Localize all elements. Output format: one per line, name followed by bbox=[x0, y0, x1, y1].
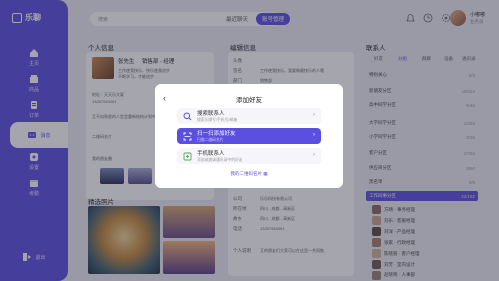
qr-link-label: 我的二维码名片 bbox=[230, 171, 262, 176]
my-qr-link[interactable]: 我的二维码名片 ▦ bbox=[155, 171, 343, 177]
option-desc: 扫描二维码名片 bbox=[197, 138, 224, 142]
chevron-right-icon: › bbox=[313, 152, 315, 158]
option-desc: 添加或邀请通讯录中的好友 bbox=[197, 158, 243, 162]
add-friend-dialog: ‹ 添加好友 搜索联系人 搜索乐聊号/手机号/邮箱 › 扫一扫添加好友 扫描二维… bbox=[155, 84, 343, 188]
dialog-title: 添加好友 bbox=[236, 97, 262, 104]
option-title: 扫一扫添加好友 bbox=[197, 131, 236, 137]
chevron-right-icon: › bbox=[313, 132, 315, 138]
phone-contacts-option[interactable]: 手机联系人 添加或邀请通讯录中的好友 › bbox=[177, 148, 321, 164]
option-title: 手机联系人 bbox=[197, 151, 225, 157]
chevron-right-icon: › bbox=[313, 112, 315, 118]
option-desc: 搜索乐聊号/手机号/邮箱 bbox=[197, 118, 238, 122]
phone-contacts-icon bbox=[182, 151, 192, 161]
qr-code-icon: ▦ bbox=[263, 171, 268, 176]
search-contacts-option[interactable]: 搜索联系人 搜索乐聊号/手机号/邮箱 › bbox=[177, 108, 321, 124]
scan-icon bbox=[182, 131, 192, 141]
search-icon bbox=[182, 111, 192, 121]
option-title: 搜索联系人 bbox=[197, 111, 225, 117]
scan-qr-option[interactable]: 扫一扫添加好友 扫描二维码名片 › bbox=[177, 128, 321, 144]
